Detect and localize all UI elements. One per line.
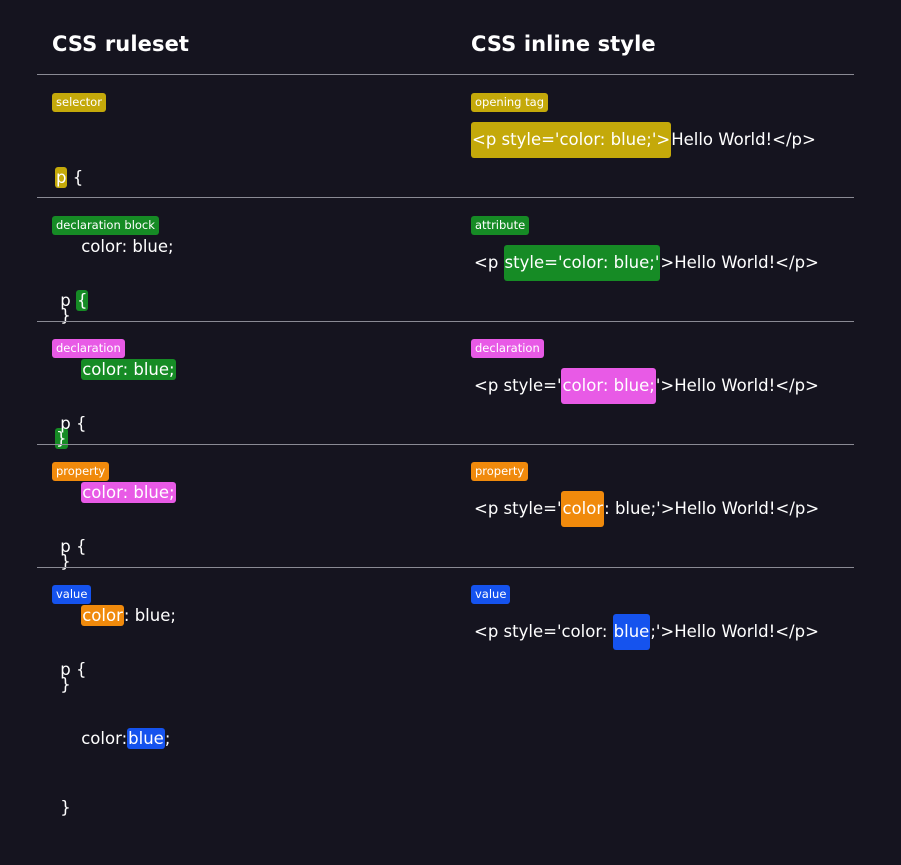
inline-code-opening-tag: <p style='color: blue;'>Hello World!</p> [471,122,816,158]
highlight-inline-property: color [561,491,605,527]
divider [37,74,854,75]
after-tag: >Hello World!</p> [660,376,819,395]
inline-code-property: <p style='color: blue;'>Hello World!</p> [474,491,819,527]
inline-code-value: <p style='color: blue;'>Hello World!</p> [474,614,819,650]
tag-start: <p [474,622,504,641]
open-brace: { [72,168,84,187]
selector-text: p [60,291,71,310]
colon-space: : [604,499,615,518]
property-tag-label: property [52,462,110,481]
open-brace: { [75,414,87,433]
inline-code-declaration: <p style='color: blue;'>Hello World!</p> [474,368,819,404]
tag-start: <p [474,499,504,518]
content-text: Hello World!</p> [671,130,816,149]
highlight-attribute: style='color: blue;' [503,245,661,281]
highlight-opening-tag: <p style='color: blue;'> [471,122,672,158]
highlight-value: blue [127,728,165,749]
value-tag-label: value [52,585,92,604]
after-tag: >Hello World!</p> [660,622,819,641]
selector-text: p [60,537,71,556]
semicolon: ; [164,729,171,748]
after-tag: >Hello World!</p> [660,499,820,518]
close-brace: } [60,798,71,817]
selector-text: p [60,660,71,679]
opening-tag-label: opening tag [471,93,548,112]
divider [37,197,854,198]
open-brace: { [75,660,87,679]
divider [37,567,854,568]
inline-column-header: CSS inline style [471,32,656,56]
ruleset-column-header: CSS ruleset [52,32,190,56]
inline-declaration-tag-label: declaration [471,339,544,358]
inline-code-attribute: <p style='color: blue;'>Hello World!</p> [474,245,819,281]
property-text: color [561,622,602,641]
colon-space: : [601,622,613,641]
divider [37,444,854,445]
ruleset-code-value: p { color:blue; } [60,660,171,817]
tag-start: <p [474,376,504,395]
declaration-tag-label: declaration [52,339,125,358]
selector-tag-label: selector [52,93,106,112]
inline-value-tag-label: value [471,585,511,604]
attr-prefix: style=' [503,499,562,518]
divider [37,321,854,322]
attr-prefix: style=' [503,376,562,395]
highlight-inline-declaration: color: blue; [561,368,656,404]
attribute-tag-label: attribute [471,216,530,235]
declaration-block-tag-label: declaration block [52,216,159,235]
property-text: color [81,729,122,748]
attr-prefix: style=' [503,622,562,641]
after-tag: >Hello World!</p> [660,253,819,272]
tag-start: <p [474,253,504,272]
inline-property-tag-label: property [471,462,529,481]
highlight-selector: p [55,167,68,188]
open-brace: { [75,537,87,556]
semicolon: ; [170,606,176,625]
selector-text: p [60,414,71,433]
highlight-open-brace: { [75,290,89,311]
value-text: blue [614,499,651,518]
highlight-inline-value: blue [612,614,651,650]
